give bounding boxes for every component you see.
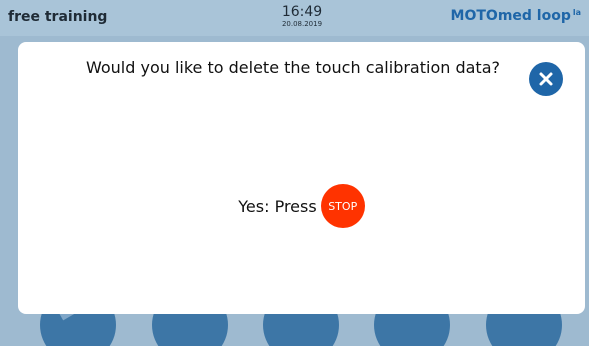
brand-logo: MOTOmed loop la: [451, 8, 581, 24]
close-button[interactable]: [529, 62, 563, 96]
dialog-question: Would you like to delete the touch calib…: [85, 58, 500, 77]
clock: 16:49 20.08.2019: [272, 4, 332, 29]
confirm-text: Yes: Press: [238, 196, 317, 216]
brand-suffix: la: [572, 8, 581, 17]
training-mode-label: free training: [8, 9, 108, 25]
close-icon: [539, 72, 553, 86]
screen: free training 16:49 20.08.2019 MOTOmed l…: [0, 0, 589, 346]
stop-button[interactable]: STOP: [320, 184, 365, 228]
brand-name: MOTOmed loop: [450, 8, 571, 24]
clock-time: 16:49: [281, 4, 323, 20]
confirmation-dialog: Would you like to delete the touch calib…: [18, 42, 585, 314]
status-bar: free training 16:49 20.08.2019 MOTOmed l…: [0, 0, 589, 36]
confirm-row: Yes: Press STOP: [18, 184, 585, 228]
clock-date: 20.08.2019: [281, 20, 323, 28]
